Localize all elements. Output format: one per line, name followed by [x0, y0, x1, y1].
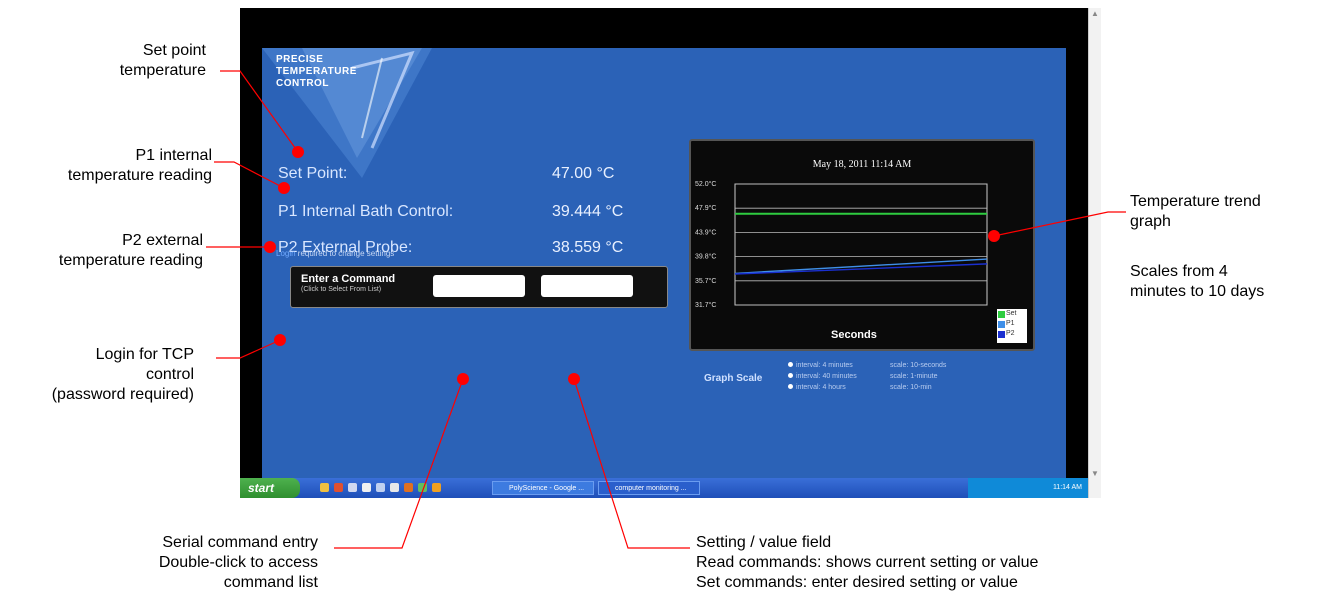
- marker-dot: [292, 146, 304, 158]
- leader-login: [216, 340, 279, 359]
- leader-trend: [993, 211, 1126, 237]
- marker-dot: [988, 230, 1000, 242]
- leader-p1: [214, 161, 285, 189]
- marker-dot: [568, 373, 580, 385]
- callout-lines: [206, 70, 1126, 549]
- marker-dot: [274, 334, 286, 346]
- marker-dot: [264, 241, 276, 253]
- marker-dot: [457, 373, 469, 385]
- leader-setting: [573, 378, 690, 549]
- marker-dot: [278, 182, 290, 194]
- leader-set-point: [220, 70, 299, 153]
- leader-serial: [334, 378, 464, 549]
